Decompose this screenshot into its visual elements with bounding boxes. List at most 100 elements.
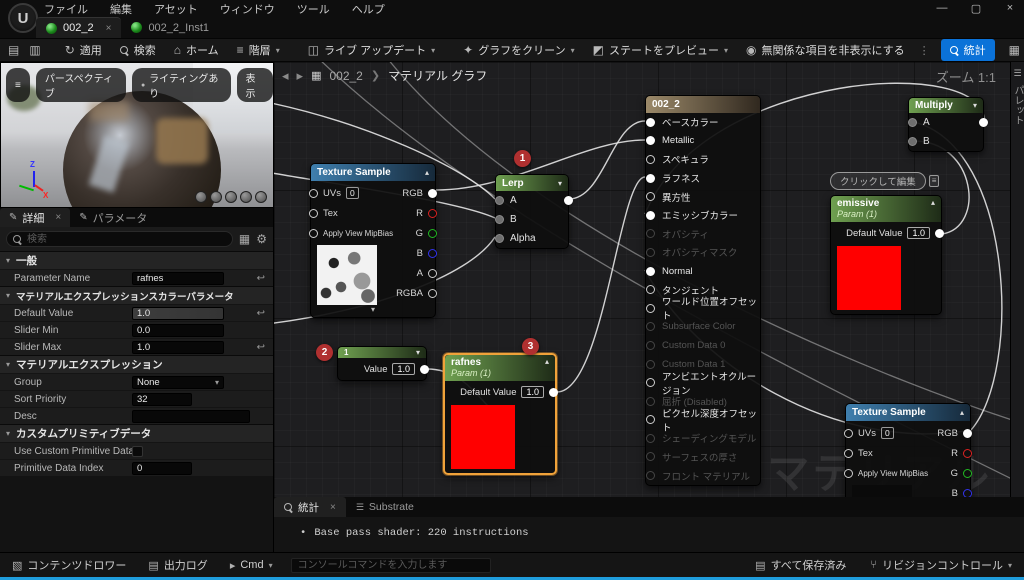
input-pin[interactable]	[908, 137, 917, 146]
home-button[interactable]: ⌂ ホーム	[170, 40, 223, 60]
parameter-name-input[interactable]: rafnes	[132, 272, 224, 285]
material-input-pin[interactable]	[646, 174, 655, 183]
overflow-menu-icon[interactable]: ⋮	[919, 44, 931, 57]
primitive-data-index-input[interactable]: 0	[132, 462, 192, 475]
tab-close-icon[interactable]: ×	[330, 502, 336, 513]
pin-tex[interactable]	[309, 209, 318, 218]
perspective-button[interactable]: パースペクティブ	[36, 68, 126, 102]
emissive-output-pin[interactable]	[935, 229, 944, 238]
material-input-pin[interactable]	[646, 192, 655, 201]
node-lerp[interactable]: Lerp ▾ A B Alpha	[495, 174, 569, 249]
minimize-button[interactable]: —	[934, 2, 950, 15]
section-custom-primitive-data[interactable]: ▾ カスタムプリミティブデータ	[0, 424, 273, 442]
node-texture-sample-1[interactable]: Texture Sample ▴ UVs 0 Tex Apply View Mi…	[310, 163, 436, 318]
menu-item[interactable]: 編集	[110, 1, 132, 17]
input-pin[interactable]	[495, 196, 504, 205]
pin-tex[interactable]	[844, 449, 853, 458]
material-input-pin[interactable]	[646, 434, 655, 443]
save-icon[interactable]: ▤	[8, 44, 19, 56]
material-input-pin[interactable]	[646, 471, 655, 480]
preview-viewport[interactable]: ≡ パースペクティブ ● ライティングあり 表示 Z X	[0, 62, 274, 208]
revision-control-button[interactable]: ⑂ リビジョンコントロール ▾	[866, 555, 1016, 575]
material-input-pin[interactable]	[646, 155, 655, 164]
material-input-pin[interactable]	[646, 285, 655, 294]
material-input-pin[interactable]	[646, 360, 655, 369]
browse-icon[interactable]: ▥	[29, 44, 40, 56]
section-scalar-parameter[interactable]: ▾ マテリアルエクスプレッションスカラーパラメータ	[0, 286, 273, 304]
input-pin[interactable]	[495, 215, 504, 224]
sort-priority-input[interactable]: 32	[132, 393, 192, 406]
material-input-pin[interactable]	[646, 341, 655, 350]
collapse-icon[interactable]: ▾	[558, 179, 562, 188]
emissive-default-value[interactable]: 1.0	[907, 227, 930, 239]
back-arrow-icon[interactable]: ◂	[282, 68, 289, 84]
slider-max-input[interactable]: 1.0	[132, 341, 224, 354]
output-pin[interactable]	[963, 469, 972, 478]
input-pin[interactable]	[908, 118, 917, 127]
clean-graph-button[interactable]: ✦ グラフをクリーン ▾	[459, 40, 579, 60]
cmd-dropdown[interactable]: ▸ Cmd ▾	[226, 557, 277, 574]
sphere-shape-button[interactable]	[210, 191, 222, 203]
tab-close-icon[interactable]: ×	[55, 212, 61, 223]
reset-button[interactable]: ↩	[257, 342, 265, 353]
gear-icon[interactable]: ⚙	[256, 232, 267, 246]
custom-mesh-button[interactable]	[255, 191, 267, 203]
content-drawer-button[interactable]: ▧ コンテンツドロワー	[8, 555, 130, 575]
slider-min-input[interactable]: 0.0	[132, 324, 224, 337]
viewport-menu-button[interactable]: ≡	[6, 68, 30, 102]
input-pin[interactable]	[495, 234, 504, 243]
palette-side-tab[interactable]: ☰ パレット	[1010, 62, 1024, 497]
material-input-pin[interactable]	[646, 304, 655, 313]
hierarchy-button[interactable]: ≡ 階層 ▾	[233, 40, 284, 60]
desc-input[interactable]	[132, 410, 250, 423]
menu-item[interactable]: ファイル	[44, 1, 88, 17]
node-multiply[interactable]: Multiply ▾ A B	[908, 97, 984, 152]
output-pin[interactable]	[428, 189, 437, 198]
constant-value[interactable]: 1.0	[392, 363, 415, 375]
output-pin[interactable]	[428, 249, 437, 258]
output-pin[interactable]	[428, 209, 437, 218]
material-input-pin[interactable]	[646, 211, 655, 220]
reset-button[interactable]: ↩	[257, 273, 265, 284]
group-dropdown[interactable]: None ▾	[132, 376, 224, 389]
use-custom-primitive-checkbox[interactable]	[132, 446, 143, 457]
forward-arrow-icon[interactable]: ▸	[297, 68, 304, 84]
apply-button[interactable]: ↻ 適用	[61, 40, 106, 60]
output-pin[interactable]	[428, 229, 437, 238]
live-update-button[interactable]: ◫ ライブ アップデート ▾	[304, 40, 439, 60]
tab-close-icon[interactable]: ×	[106, 23, 112, 34]
output-pin[interactable]	[963, 449, 972, 458]
material-input-pin[interactable]	[646, 229, 655, 238]
material-input-pin[interactable]	[646, 136, 655, 145]
output-pin[interactable]	[428, 269, 437, 278]
lerp-output-pin[interactable]	[564, 196, 573, 205]
view-options-icon[interactable]: ▦	[239, 232, 250, 246]
uvs-value[interactable]: 0	[346, 187, 359, 199]
lit-mode-button[interactable]: ● ライティングあり	[132, 68, 231, 102]
tab-parameters[interactable]: ✎ パラメータ	[70, 208, 156, 227]
close-button[interactable]: ×	[1002, 2, 1018, 15]
uvs-value[interactable]: 0	[881, 427, 894, 439]
menu-item[interactable]: ウィンドウ	[220, 1, 275, 17]
material-graph-canvas[interactable]: マテリアル ◂ ▸ ▦ 002_2 ❯ マテリアル グラフ ズーム 1:1	[274, 62, 1010, 497]
collapse-icon[interactable]: ▴	[960, 408, 964, 417]
pin-uvs[interactable]	[309, 189, 318, 198]
node-comment-bubble[interactable]: クリックして編集 ≡	[830, 172, 939, 190]
hide-unrelated-button[interactable]: ◉ 無関係な項目を非表示にする	[742, 40, 909, 60]
pin-mipbias[interactable]	[844, 469, 853, 478]
save-status-button[interactable]: ▤ すべて保存済み	[751, 555, 850, 575]
material-input-pin[interactable]	[646, 415, 655, 424]
node-emissive-param[interactable]: emissive Param (1) ▴ Default Value 1.0	[830, 195, 942, 315]
menu-item[interactable]: ヘルプ	[352, 1, 385, 17]
output-pin[interactable]	[428, 289, 437, 298]
cube-shape-button[interactable]	[240, 191, 252, 203]
reset-button[interactable]: ↩	[257, 308, 265, 319]
output-pin[interactable]	[963, 429, 972, 438]
tab-stats[interactable]: 統計 ×	[274, 497, 346, 517]
show-button[interactable]: 表示	[237, 68, 273, 102]
search-button[interactable]: 検索	[116, 40, 160, 60]
texture-thumbnail[interactable]	[852, 485, 912, 497]
tab-002-2[interactable]: 002_2 ×	[36, 17, 121, 38]
details-search-input[interactable]	[6, 231, 233, 247]
collapse-icon[interactable]: ▴	[931, 198, 935, 220]
